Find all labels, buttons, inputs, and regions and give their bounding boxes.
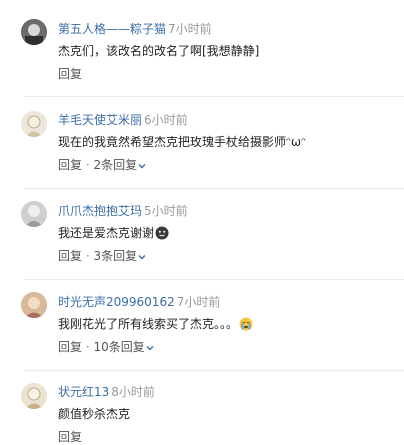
divider bbox=[24, 279, 404, 280]
chevron-down-icon bbox=[146, 345, 154, 350]
avatar[interactable] bbox=[21, 19, 47, 45]
chevron-down-icon bbox=[138, 163, 146, 168]
username[interactable]: 第五人格——粽子猫 bbox=[58, 22, 166, 36]
reply-button[interactable]: 回复 bbox=[58, 249, 82, 263]
timestamp: 5小时前 bbox=[144, 204, 188, 218]
comment-text: 杰克们，该改名的改名了啊[我想静静] bbox=[58, 44, 260, 58]
separator: · bbox=[85, 158, 90, 172]
comment-text: 颜值秒杀杰克 bbox=[58, 407, 131, 421]
smirk-face-emoji bbox=[155, 226, 169, 240]
timestamp: 6小时前 bbox=[144, 113, 188, 127]
separator: · bbox=[85, 340, 90, 354]
avatar[interactable] bbox=[21, 383, 47, 409]
avatar[interactable] bbox=[21, 292, 47, 318]
comment-text: 我刚花光了所有线索买了杰克。。。 bbox=[58, 316, 253, 332]
view-replies-button[interactable]: 3条回复 bbox=[94, 249, 148, 263]
reply-button[interactable]: 回复 bbox=[58, 67, 82, 81]
timestamp: 7小时前 bbox=[168, 22, 212, 36]
timestamp: 8小时前 bbox=[111, 385, 155, 399]
reply-button[interactable]: 回复 bbox=[58, 158, 82, 172]
username[interactable]: 状元红13 bbox=[58, 385, 109, 399]
view-replies-button[interactable]: 10条回复 bbox=[94, 340, 155, 354]
avatar[interactable] bbox=[21, 111, 47, 137]
separator: · bbox=[85, 249, 90, 263]
avatar[interactable] bbox=[21, 201, 47, 227]
divider bbox=[24, 370, 404, 371]
comment-text: 我还是爱杰克谢谢 bbox=[58, 225, 169, 241]
divider bbox=[24, 96, 404, 97]
reply-button[interactable]: 回复 bbox=[58, 430, 82, 444]
username[interactable]: 爪爪杰抱抱艾玛 bbox=[58, 204, 142, 218]
reply-button[interactable]: 回复 bbox=[58, 340, 82, 354]
timestamp: 7小时前 bbox=[176, 295, 221, 309]
crying-face-emoji bbox=[239, 317, 253, 331]
divider bbox=[24, 188, 404, 189]
username[interactable]: 羊毛天使艾米丽 bbox=[58, 113, 142, 127]
username[interactable]: 时光无声209960162 bbox=[58, 295, 175, 309]
view-replies-button[interactable]: 2条回复 bbox=[94, 158, 148, 172]
chevron-down-icon bbox=[138, 254, 146, 259]
kaomoji: ᵔωᵔ bbox=[286, 135, 306, 149]
comment-list: 第五人格——粽子猫 7小时前 杰克们，该改名的改名了啊[我想静静] 回复 羊毛天使… bbox=[0, 0, 404, 444]
comment-text: 现在的我竟然希望杰克把玫瑰手杖给摄影师ᵔωᵔ bbox=[58, 135, 306, 149]
